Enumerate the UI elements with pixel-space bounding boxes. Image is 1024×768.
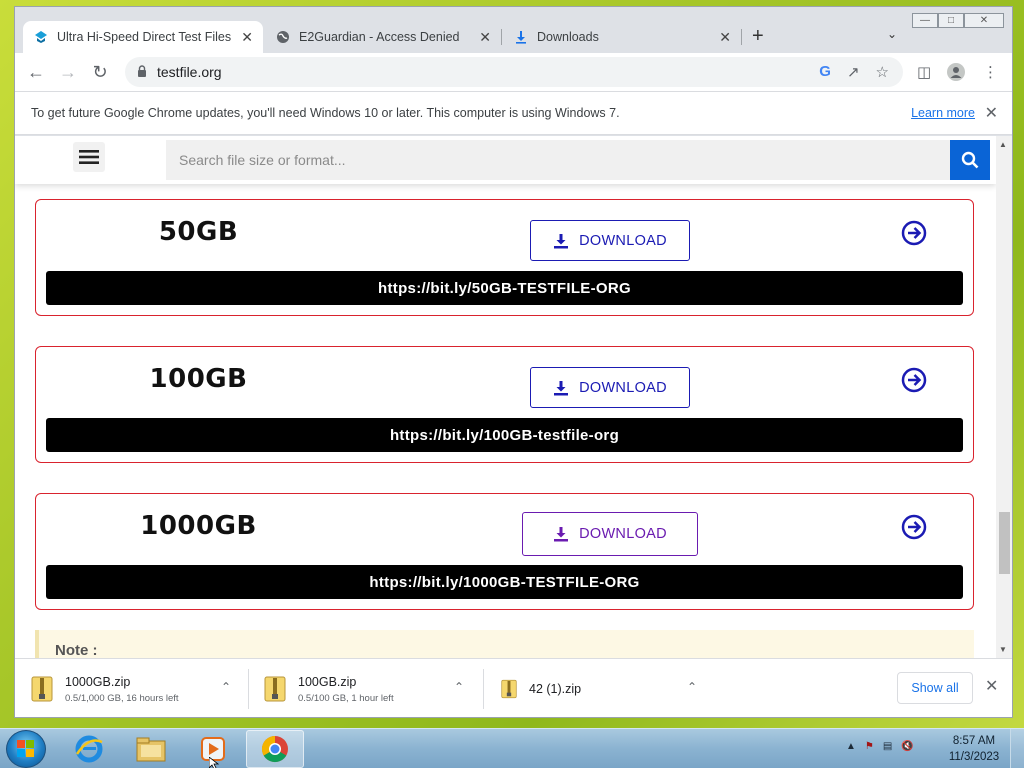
globe-icon	[275, 29, 291, 45]
download-icon	[554, 527, 569, 542]
site-header	[15, 136, 996, 184]
back-icon[interactable]: ←	[26, 62, 46, 83]
file-size: 50GB	[158, 217, 239, 247]
address-bar[interactable]: testfile.org G ↗ ☆	[125, 57, 903, 87]
url-text: testfile.org	[157, 64, 222, 80]
update-infobar: To get future Google Chrome updates, you…	[15, 91, 1012, 135]
bookmark-star-icon[interactable]: ☆	[876, 63, 889, 81]
web-page: 50GB DOWNLOAD https://bit.ly/50GB-TESTFI…	[15, 136, 996, 658]
file-link[interactable]: https://bit.ly/100GB-testfile-org	[46, 418, 963, 452]
search-icon	[961, 151, 979, 169]
download-button[interactable]: DOWNLOAD	[522, 512, 698, 556]
chevron-up-icon[interactable]: ⌃	[221, 680, 231, 694]
scroll-up-icon[interactable]: ▲	[999, 140, 1007, 149]
file-card-100gb: 100GB DOWNLOAD https://bit.ly/100GB-test…	[35, 346, 974, 463]
download-button[interactable]: DOWNLOAD	[530, 220, 690, 261]
download-icon	[554, 380, 569, 395]
file-link[interactable]: https://bit.ly/50GB-TESTFILE-ORG	[46, 271, 963, 305]
close-tab-icon[interactable]: ✕	[479, 29, 491, 46]
network-icon[interactable]: ▤	[883, 741, 892, 752]
zip-file-icon	[264, 676, 286, 702]
tab-separator	[501, 29, 502, 45]
scroll-down-icon[interactable]: ▼	[999, 645, 1007, 654]
show-all-button[interactable]: Show all	[897, 672, 973, 704]
side-panel-icon[interactable]: ◫	[917, 63, 931, 81]
show-hidden-icons-icon[interactable]: ▲	[846, 741, 856, 752]
download-icon	[554, 233, 569, 248]
file-size: 100GB	[149, 364, 248, 394]
download-shelf: 1000GB.zip 0.5/1,000 GB, 16 hours left ⌃…	[15, 658, 1012, 717]
file-explorer-icon[interactable]	[122, 730, 180, 768]
toolbar: ← → ↻ testfile.org G ↗ ☆ ◫ ⋮	[15, 53, 1012, 91]
lock-icon	[137, 64, 147, 80]
download-item[interactable]: 100GB.zip 0.5/100 GB, 1 hour left ⌃	[264, 659, 488, 717]
page-scrollbar[interactable]: ▲ ▼	[996, 136, 1012, 658]
search-input[interactable]	[166, 140, 950, 180]
hamburger-menu-icon[interactable]	[73, 142, 105, 172]
learn-more-link[interactable]: Learn more	[911, 106, 975, 120]
site-icon	[33, 29, 49, 45]
browser-window: — □ ✕ Ultra Hi-Speed Direct Test Files D…	[14, 6, 1013, 718]
minimize-button[interactable]: —	[912, 13, 938, 28]
file-size: 1000GB	[140, 511, 257, 541]
arrow-circle-right-icon[interactable]	[901, 367, 927, 398]
google-lens-icon[interactable]: G	[819, 63, 831, 81]
search-button[interactable]	[950, 140, 990, 180]
system-tray: ▲ ⚑ ▤ 🔇	[846, 741, 914, 752]
zip-file-icon	[501, 679, 517, 699]
clock-date: 11/3/2023	[948, 751, 1000, 763]
tab-separator	[741, 29, 742, 45]
close-infobar-icon[interactable]: ✕	[985, 103, 998, 123]
tab-e2guardian[interactable]: E2Guardian - Access Denied ✕	[265, 21, 501, 53]
window-controls: — □ ✕	[912, 13, 1004, 28]
volume-muted-icon[interactable]: 🔇	[901, 741, 913, 752]
close-tab-icon[interactable]: ✕	[241, 29, 253, 46]
close-tab-icon[interactable]: ✕	[719, 29, 731, 46]
chevron-up-icon[interactable]: ⌃	[454, 680, 464, 694]
tab-search-chevron-icon[interactable]: ⌄	[887, 27, 897, 41]
file-card-50gb: 50GB DOWNLOAD https://bit.ly/50GB-TESTFI…	[35, 199, 974, 316]
note-label: Note :	[55, 642, 98, 658]
menu-kebab-icon[interactable]: ⋮	[983, 63, 998, 81]
new-tab-button[interactable]: +	[752, 25, 764, 48]
internet-explorer-icon[interactable]	[60, 730, 118, 768]
tab-downloads[interactable]: Downloads ✕	[503, 21, 741, 53]
shelf-separator	[248, 669, 249, 709]
reload-icon[interactable]: ↻	[90, 62, 110, 83]
share-icon[interactable]: ↗	[847, 63, 860, 81]
forward-icon[interactable]: →	[58, 62, 78, 83]
profile-icon[interactable]	[947, 63, 965, 85]
download-button[interactable]: DOWNLOAD	[530, 367, 690, 408]
close-window-button[interactable]: ✕	[964, 13, 1004, 28]
note-box: Note :	[35, 630, 974, 658]
download-item[interactable]: 1000GB.zip 0.5/1,000 GB, 16 hours left ⌃	[31, 659, 255, 717]
taskbar: ▲ ⚑ ▤ 🔇 8:57 AM 11/3/2023	[0, 728, 1024, 768]
scrollbar-thumb[interactable]	[999, 512, 1010, 574]
clock-time: 8:57 AM	[952, 735, 996, 747]
infobar-message: To get future Google Chrome updates, you…	[31, 106, 620, 120]
file-link[interactable]: https://bit.ly/1000GB-TESTFILE-ORG	[46, 565, 963, 599]
windows-logo-icon	[17, 740, 34, 757]
start-button[interactable]	[6, 730, 46, 768]
show-desktop-button[interactable]	[1010, 729, 1024, 768]
arrow-circle-right-icon[interactable]	[901, 514, 927, 545]
clock[interactable]: 8:57 AM 11/3/2023	[944, 733, 1004, 765]
tab-testfile[interactable]: Ultra Hi-Speed Direct Test Files D ✕	[23, 21, 263, 53]
tab-strip: — □ ✕ Ultra Hi-Speed Direct Test Files D…	[15, 7, 1012, 53]
shelf-separator	[483, 669, 484, 709]
action-center-flag-icon[interactable]: ⚑	[865, 741, 874, 752]
mouse-cursor-icon	[209, 757, 219, 768]
file-card-1000gb: 1000GB DOWNLOAD https://bit.ly/1000GB-TE…	[35, 493, 974, 610]
download-item[interactable]: 42 (1).zip ⌃	[501, 659, 725, 717]
close-shelf-icon[interactable]: ✕	[985, 676, 998, 696]
arrow-circle-right-icon[interactable]	[901, 220, 927, 251]
download-icon	[513, 29, 529, 45]
zip-file-icon	[31, 676, 53, 702]
chevron-up-icon[interactable]: ⌃	[687, 680, 697, 694]
maximize-button[interactable]: □	[938, 13, 964, 28]
chrome-taskbar-icon[interactable]	[246, 730, 304, 768]
